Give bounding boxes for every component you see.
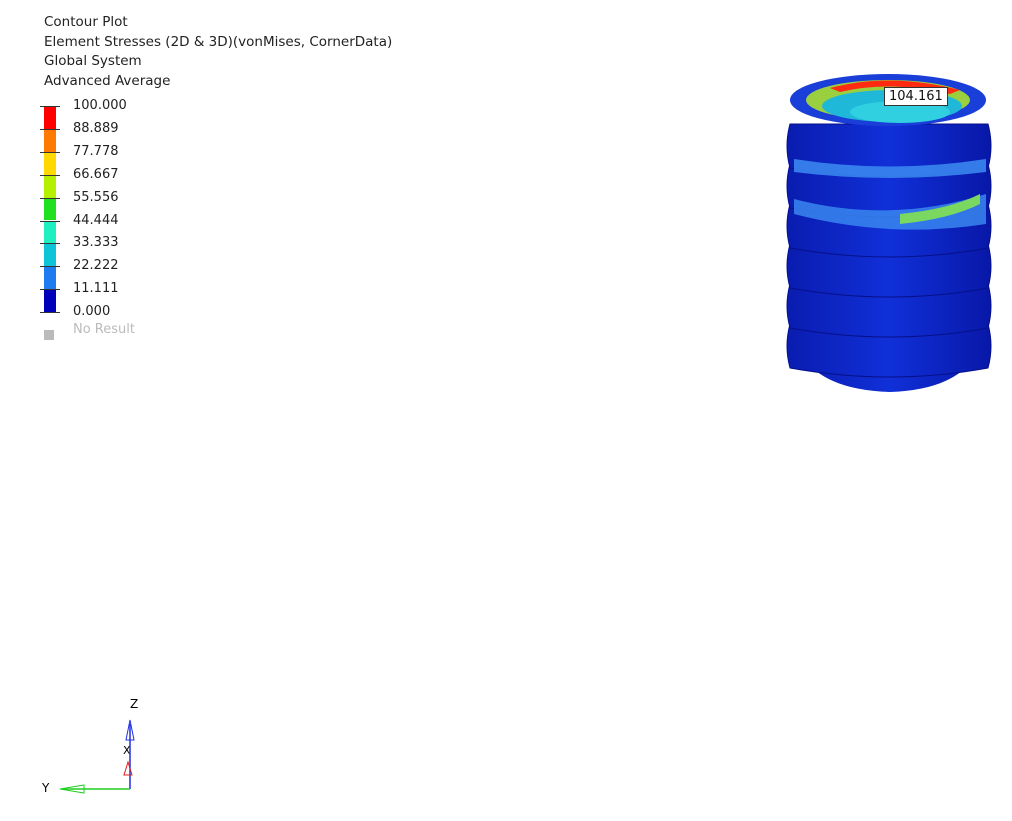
legend-tick (40, 174, 60, 176)
legend-color-band (44, 220, 56, 244)
plot-header: Contour Plot Element Stresses (2D & 3D)(… (44, 13, 392, 91)
coordinate-triad: Z Y X (36, 690, 156, 804)
legend-label: 100.000 (73, 98, 127, 113)
legend-label: 33.333 (73, 235, 119, 251)
legend-color-band (44, 174, 56, 198)
legend-color-band (44, 266, 56, 290)
legend-tick (40, 128, 60, 130)
legend-tick (40, 220, 60, 222)
legend-tick (40, 106, 60, 107)
legend-color-band (44, 128, 56, 152)
legend-tick (40, 197, 60, 199)
y-axis-label: Y (41, 781, 50, 795)
no-result-swatch (44, 330, 54, 340)
legend-label: 11.111 (73, 281, 119, 297)
max-value-probe-label[interactable]: 104.161 (884, 87, 948, 106)
legend-label: 88.889 (73, 120, 119, 136)
legend-label: 55.556 (73, 189, 119, 205)
header-system: Global System (44, 53, 142, 70)
legend-label: 44.444 (73, 212, 119, 228)
legend-label: 22.222 (73, 258, 119, 274)
legend-color-band (44, 243, 56, 267)
legend-tick (40, 312, 60, 314)
header-result-type: Element Stresses (2D & 3D)(vonMises, Cor… (44, 33, 393, 50)
z-axis-label: Z (130, 697, 138, 711)
no-result-label: No Result (73, 322, 135, 337)
header-title: Contour Plot (44, 14, 128, 30)
contour-legend[interactable]: 100.000 88.889 77.778 66.667 55.556 44.444 33.… (40, 98, 180, 350)
legend-label: 66.667 (73, 166, 119, 182)
legend-color-band (44, 289, 56, 313)
x-axis-arrow-icon (123, 760, 133, 776)
screw-model[interactable] (780, 64, 1000, 403)
legend-label: 0.000 (73, 304, 111, 320)
header-averaging: Advanced Average (44, 72, 171, 89)
legend-label: 77.778 (73, 143, 119, 159)
legend-color-band (44, 197, 56, 221)
legend-color-band (44, 106, 56, 129)
legend-tick (40, 289, 60, 291)
legend-tick (40, 151, 60, 153)
legend-tick (40, 243, 60, 245)
legend-tick (40, 266, 60, 268)
legend-color-band (44, 151, 56, 175)
